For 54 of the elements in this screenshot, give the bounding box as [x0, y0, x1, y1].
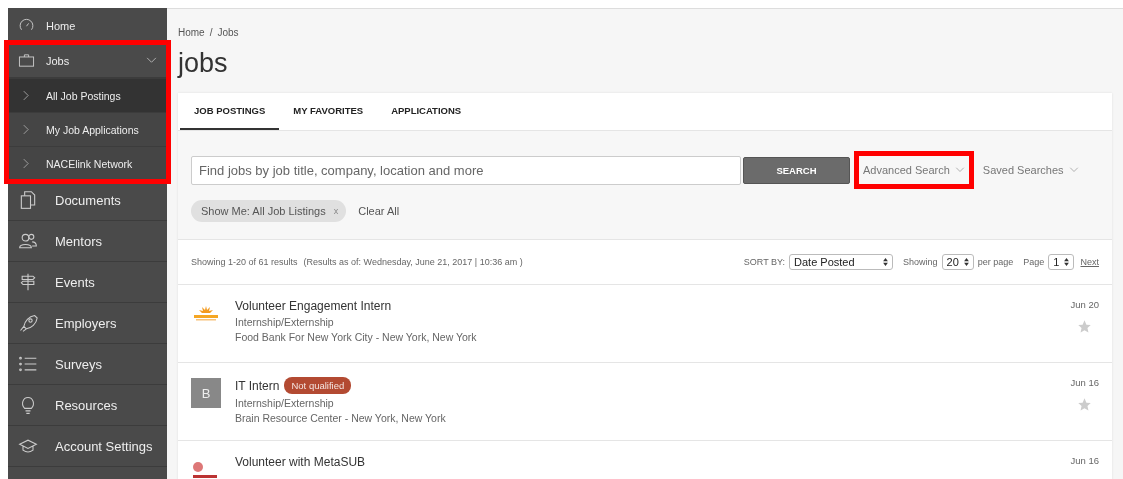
- star-icon[interactable]: [1077, 397, 1093, 412]
- advanced-search-dropdown[interactable]: Advanced Search: [854, 151, 974, 189]
- job-title-link[interactable]: Volunteer with MetaSUB: [235, 455, 366, 469]
- job-type: Internship/Externship: [235, 397, 335, 409]
- sort-label: SORT BY:: [743, 257, 785, 267]
- page-select[interactable]: 1: [1048, 254, 1075, 270]
- nav-subitem[interactable]: My Job Applications: [8, 112, 167, 146]
- chevron-icon: [1068, 167, 1079, 173]
- star-icon[interactable]: [1077, 319, 1093, 334]
- people-icon: [18, 231, 38, 251]
- job-title-link[interactable]: IT Intern: [235, 378, 280, 393]
- spinner-arrows-icon: [1064, 258, 1070, 266]
- status-badge: Not qualified: [284, 377, 352, 394]
- employer-location: Food Bank For New York City - New York, New York: [235, 331, 478, 343]
- chevron-icon: [22, 124, 29, 135]
- sort-select[interactable]: Date Posted: [789, 254, 893, 270]
- page-title: jobs: [178, 48, 229, 79]
- search-field[interactable]: Find jobs by job title, company, location and more: [191, 155, 741, 185]
- breadcrumb-link[interactable]: Home: [178, 27, 205, 38]
- breadcrumb-separator: /: [209, 27, 213, 38]
- signpost-icon: [18, 272, 38, 292]
- next-link[interactable]: Next: [1078, 257, 1099, 267]
- nav-subitem[interactable]: NACElink Network: [8, 146, 167, 180]
- page-label: Page: [1023, 257, 1045, 267]
- list-icon: [18, 354, 38, 374]
- showing-label: Showing: [903, 257, 938, 267]
- briefcase-icon: [18, 52, 35, 69]
- posted-date: Jun 20: [1070, 299, 1099, 310]
- clear-all-link[interactable]: Clear All: [352, 204, 406, 218]
- documents-icon: [18, 190, 38, 210]
- posted-date: Jun 16: [1070, 377, 1099, 388]
- filter-label: Show Me: All Job Listings: [201, 205, 326, 217]
- results-timestamp: (Results as of: Wednesday, June 21, 2017 | 10:36 am ): [303, 257, 523, 267]
- chevron-icon: [954, 167, 965, 173]
- chevron-icon: [22, 158, 29, 169]
- nav-subitem[interactable]: All Job Postings: [8, 78, 167, 112]
- spinner-arrows-icon: [883, 258, 888, 266]
- spinner-arrows-icon: [963, 258, 969, 266]
- posted-date: Jun 16: [1070, 455, 1099, 466]
- search-button[interactable]: SEARCH: [743, 156, 850, 184]
- tab[interactable]: APPLICATIONS: [377, 93, 476, 130]
- tab[interactable]: MY FAVORITES: [279, 93, 378, 130]
- saved-searches-dropdown[interactable]: Saved Searches: [973, 151, 1088, 189]
- per-page-select[interactable]: 20: [941, 254, 974, 270]
- job-type: Internship/Externship: [235, 316, 335, 328]
- per-page-label: per page: [977, 257, 1014, 267]
- employer-location: Brain Resource Center - New York, New York: [235, 412, 447, 424]
- results-summary: Showing 1-20 of 61 results: [191, 257, 298, 267]
- chevron-icon: [22, 90, 29, 101]
- chevron-icon: [146, 57, 157, 64]
- job-title-link[interactable]: Volunteer Engagement Intern: [235, 299, 392, 313]
- breadcrumb-link[interactable]: Jobs: [217, 27, 239, 38]
- rocket-icon: [18, 313, 38, 333]
- avatar: B: [191, 378, 221, 408]
